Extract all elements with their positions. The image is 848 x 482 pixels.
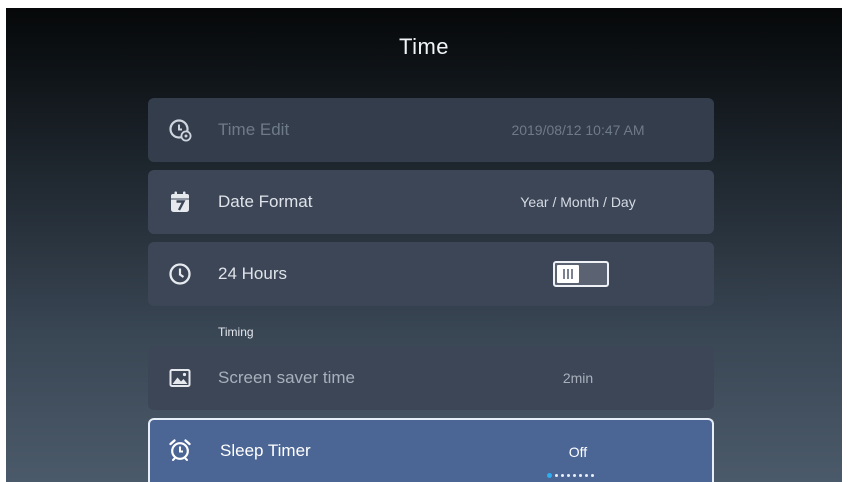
hours-24-label: 24 Hours — [218, 264, 287, 283]
calendar-icon — [168, 190, 192, 214]
option-dot — [555, 474, 558, 477]
image-icon — [168, 366, 192, 390]
option-dot — [573, 474, 576, 477]
option-dot-active — [547, 473, 552, 478]
date-format-label: Date Format — [218, 192, 313, 211]
clock-gear-icon — [168, 118, 192, 142]
toggle-knob — [557, 265, 579, 283]
time-edit-row[interactable]: Time Edit 2019/08/12 10:47 AM — [148, 98, 714, 162]
alarm-clock-icon — [168, 438, 192, 462]
sleep-timer-label: Sleep Timer — [220, 441, 311, 460]
page-title: Time — [398, 34, 450, 59]
option-dot — [579, 474, 582, 477]
clock-icon — [168, 262, 192, 286]
sleep-timer-row[interactable]: Sleep Timer Off — [148, 418, 714, 482]
date-format-value: Year / Month / Day — [520, 194, 636, 210]
timing-section-label: Timing — [218, 325, 254, 339]
time-edit-label: Time Edit — [218, 120, 290, 139]
hours-24-toggle[interactable] — [553, 261, 609, 287]
option-dot — [585, 474, 588, 477]
screen-saver-row[interactable]: Screen saver time 2min — [148, 346, 714, 410]
screen-saver-value: 2min — [562, 370, 594, 386]
sleep-timer-option-indicator — [547, 473, 594, 480]
hours-24-row[interactable]: 24 Hours — [148, 242, 714, 306]
option-dot — [567, 474, 570, 477]
date-format-row[interactable]: Date Format Year / Month / Day — [148, 170, 714, 234]
option-dot — [561, 474, 564, 477]
option-dot — [591, 474, 594, 477]
settings-screen: Time Time Edit 2019/08/12 10:47 AM Date … — [6, 8, 842, 482]
sleep-timer-value: Off — [568, 444, 588, 460]
time-edit-value: 2019/08/12 10:47 AM — [511, 122, 645, 138]
screen-saver-label: Screen saver time — [218, 368, 355, 387]
